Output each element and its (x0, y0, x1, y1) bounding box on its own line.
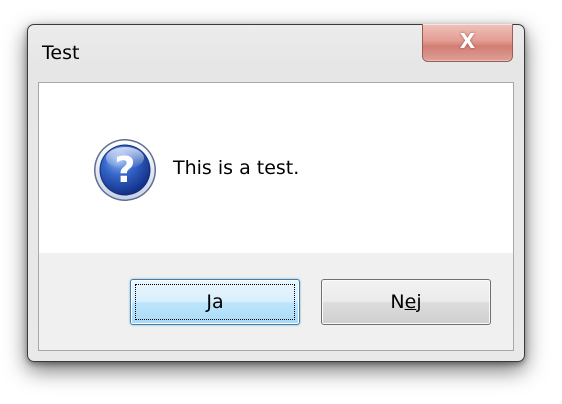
window-title: Test (42, 42, 80, 64)
close-button[interactable]: X (422, 24, 513, 62)
yes-button[interactable]: Ja (130, 279, 300, 325)
question-icon: ? (94, 139, 156, 201)
no-label-before: N (390, 291, 405, 313)
message-text: This is a test. (173, 157, 300, 179)
no-button-label: Nej (390, 291, 421, 313)
dialog-client-area: ? This is a test. Ja Nej (38, 82, 514, 351)
no-label-after: j (416, 291, 422, 313)
screen: Test X ? This is a test. Ja Nej (0, 0, 562, 404)
svg-text:?: ? (115, 150, 136, 191)
message-box-window: Test X ? This is a test. Ja Nej (27, 24, 525, 362)
message-area: ? This is a test. (39, 83, 513, 253)
no-button[interactable]: Nej (321, 279, 491, 325)
yes-label-rest: a (211, 291, 224, 313)
yes-button-label: Ja (206, 291, 223, 313)
no-mnemonic: e (404, 291, 417, 313)
close-icon: X (459, 29, 476, 53)
